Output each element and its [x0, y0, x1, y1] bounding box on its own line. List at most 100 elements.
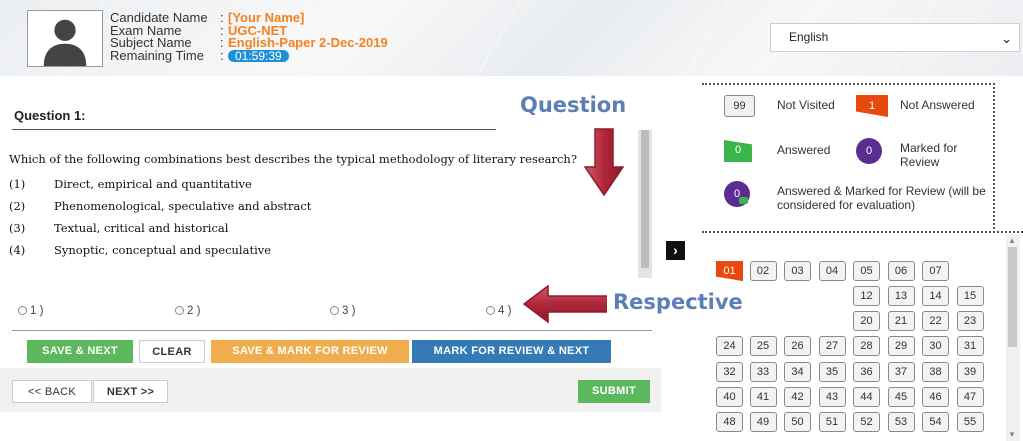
question-palette-button[interactable]: 45	[887, 387, 915, 407]
question-palette-button[interactable]: 51	[818, 412, 846, 432]
question-palette-button[interactable]: 30	[922, 336, 949, 356]
option-number: (4)	[9, 243, 26, 257]
question-palette-button[interactable]: 35	[818, 362, 846, 382]
question-palette-button[interactable]: 43	[818, 387, 846, 407]
option-number: (1)	[9, 177, 26, 191]
question-palette-button[interactable]: 22	[922, 311, 949, 331]
annotation-question-text: Question	[514, 93, 633, 117]
save-mark-review-button[interactable]: SAVE & MARK FOR REVIEW	[211, 340, 409, 363]
question-palette-button[interactable]: 28	[853, 336, 880, 356]
language-select[interactable]: English ⌄	[770, 23, 1020, 52]
collapse-panel-button[interactable]: ›	[666, 241, 685, 260]
candidate-avatar	[27, 10, 103, 67]
radio-circle-icon	[18, 306, 27, 315]
question-option: (4) Synoptic, conceptual and speculative	[9, 243, 629, 257]
radio-label: 4 )	[498, 305, 512, 317]
question-palette-button[interactable]: 03	[784, 261, 811, 281]
down-arrow-icon	[583, 128, 625, 197]
question-palette-button[interactable]: 42	[784, 387, 811, 407]
annotation-question-label: Question	[514, 93, 633, 117]
option-number: (2)	[9, 199, 26, 213]
answered-badge: 0	[724, 140, 752, 162]
answer-radio-1[interactable]: 1 )	[18, 305, 43, 317]
scroll-up-icon[interactable]: ▲	[1008, 236, 1016, 245]
question-palette-button[interactable]: 27	[818, 336, 846, 356]
question-palette-button[interactable]: 50	[784, 412, 811, 432]
question-palette-button[interactable]: 32	[716, 362, 743, 382]
question-palette-button[interactable]: 54	[922, 412, 949, 432]
legend-border	[702, 83, 995, 85]
question-option: (3) Textual, critical and historical	[9, 221, 629, 235]
question-palette-button[interactable]: 26	[784, 336, 811, 356]
answer-radio-2[interactable]: 2 )	[175, 305, 200, 317]
question-palette-button[interactable]: 20	[853, 311, 880, 331]
question-palette-button[interactable]: 53	[887, 412, 915, 432]
question-palette-button[interactable]: 15	[956, 286, 984, 306]
question-palette-button[interactable]: 24	[716, 336, 743, 356]
question-palette-button[interactable]: 37	[887, 362, 915, 382]
question-palette-button[interactable]: 46	[922, 387, 949, 407]
question-palette: 01 02 03 04 05 06 07 12 13 14 15 20 21 22 23 24 25 26 27 28…	[712, 253, 1002, 441]
scroll-down-icon[interactable]: ▼	[1008, 430, 1016, 439]
question-palette-button[interactable]: 23	[956, 311, 984, 331]
legend-border	[993, 83, 995, 233]
question-palette-button[interactable]: 38	[922, 362, 949, 382]
question-palette-button[interactable]: 01	[716, 261, 743, 281]
question-scrollbar-thumb[interactable]	[641, 130, 649, 268]
answered-marked-label: Answered & Marked for Review (will be co…	[777, 184, 986, 212]
question-palette-button[interactable]: 13	[887, 286, 915, 306]
question-palette-button[interactable]: 36	[853, 362, 880, 382]
radio-label: 1 )	[30, 305, 44, 317]
chevron-right-icon: ›	[673, 242, 678, 258]
palette-scrollbar-thumb[interactable]	[1008, 247, 1017, 347]
candidate-info: Candidate Name : [Your Name] Exam Name :…	[110, 11, 388, 63]
language-select-value: English	[789, 30, 829, 44]
back-button[interactable]: << BACK	[12, 380, 92, 403]
exam-header: Candidate Name : [Your Name] Exam Name :…	[0, 0, 1023, 76]
question-palette-button[interactable]: 52	[853, 412, 880, 432]
question-palette-button[interactable]: 44	[853, 387, 880, 407]
question-palette-button[interactable]: 05	[853, 261, 880, 281]
question-palette-button[interactable]: 40	[716, 387, 743, 407]
question-option: (2) Phenomenological, speculative and ab…	[9, 199, 629, 213]
answer-radio-3[interactable]: 3 )	[330, 305, 355, 317]
answer-radio-4[interactable]: 4 )	[486, 305, 511, 317]
radio-divider	[12, 330, 652, 331]
question-palette-button[interactable]: 33	[749, 362, 777, 382]
question-palette-button[interactable]: 29	[887, 336, 915, 356]
question-palette-button[interactable]: 47	[956, 387, 984, 407]
question-palette-button[interactable]: 12	[853, 286, 880, 306]
marked-review-badge: 0	[856, 138, 882, 164]
question-palette-button[interactable]: 02	[749, 261, 777, 281]
question-palette-button[interactable]: 34	[784, 362, 811, 382]
answered-label: Answered	[777, 143, 831, 157]
option-text: Synoptic, conceptual and speculative	[54, 243, 272, 257]
question-palette-button[interactable]: 04	[818, 261, 846, 281]
question-title: Question 1:	[14, 108, 86, 123]
question-palette-button[interactable]: 41	[749, 387, 777, 407]
clear-button[interactable]: CLEAR	[139, 340, 205, 363]
radio-circle-icon	[486, 306, 495, 315]
question-palette-button[interactable]: 06	[887, 261, 915, 281]
left-arrow-icon	[522, 284, 609, 324]
question-option: (1) Direct, empirical and quantitative	[9, 177, 629, 191]
save-next-button[interactable]: SAVE & NEXT	[27, 340, 133, 363]
colon: :	[220, 47, 224, 63]
question-palette-button[interactable]: 49	[749, 412, 777, 432]
question-palette-button[interactable]: 25	[749, 336, 777, 356]
mark-review-next-button[interactable]: MARK FOR REVIEW & NEXT	[412, 340, 611, 363]
question-palette-button[interactable]: 31	[956, 336, 984, 356]
question-palette-button[interactable]: 14	[922, 286, 949, 306]
submit-button[interactable]: SUBMIT	[578, 380, 650, 403]
question-palette-button[interactable]: 48	[716, 412, 743, 432]
question-palette-button[interactable]: 07	[922, 261, 949, 281]
question-palette-button[interactable]: 39	[956, 362, 984, 382]
question-palette-button[interactable]: 21	[887, 311, 915, 331]
not-visited-label: Not Visited	[777, 98, 835, 112]
next-button[interactable]: NEXT >>	[93, 380, 168, 403]
remaining-time-value: 01:59:39	[228, 49, 289, 62]
question-palette-button[interactable]: 55	[956, 412, 984, 432]
radio-label: 3 )	[342, 305, 356, 317]
radio-label: 2 )	[187, 305, 201, 317]
not-answered-label: Not Answered	[900, 98, 975, 112]
